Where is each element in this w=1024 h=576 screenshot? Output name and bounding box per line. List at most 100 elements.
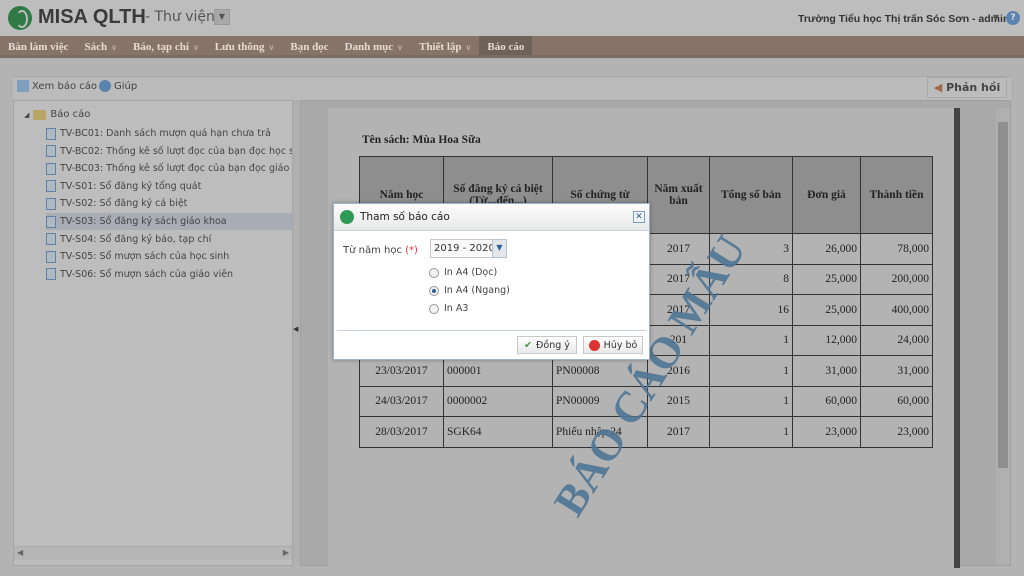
year-label-text: Từ năm học bbox=[343, 245, 402, 256]
nav-label: Lưu thông bbox=[214, 41, 265, 53]
table-cell: 12,000 bbox=[792, 324, 861, 356]
user-menu[interactable]: Trường Tiểu học Thị trấn Sóc Sơn - admin bbox=[798, 13, 1009, 25]
column-header: Đơn giá bbox=[792, 156, 861, 234]
table-cell: 200,000 bbox=[860, 263, 933, 295]
column-header: Tổng số bản bbox=[709, 156, 793, 234]
document-icon bbox=[46, 233, 56, 246]
table-cell: 23,000 bbox=[792, 416, 861, 448]
table-cell: 1 bbox=[709, 385, 793, 417]
tree-item[interactable]: TV-S02: Sổ đăng ký cá biệt bbox=[46, 195, 292, 212]
user-caret-icon[interactable]: ▼ bbox=[993, 13, 999, 22]
table-cell: 28/03/2017 bbox=[359, 416, 444, 448]
tree-item-label: TV-S04: Sổ đăng ký báo, tạp chí bbox=[60, 233, 212, 245]
print-option-radio[interactable]: In A4 (Dọc) bbox=[429, 267, 497, 278]
radio-icon[interactable] bbox=[429, 303, 439, 314]
tree-item[interactable]: TV-BC01: Danh sách mượn quá hạn chưa trả bbox=[46, 125, 292, 142]
table-cell: 26,000 bbox=[792, 233, 861, 265]
table-cell: 1 bbox=[709, 416, 793, 448]
cancel-label: Hủy bỏ bbox=[603, 339, 638, 351]
report-tree-panel: ◢ Báo cáo TV-BC01: Danh sách mượn quá hạn… bbox=[13, 100, 293, 566]
table-cell: SGK64 bbox=[443, 416, 553, 448]
nav-label: Bàn làm việc bbox=[8, 41, 69, 53]
scrollbar-thumb[interactable] bbox=[998, 122, 1008, 468]
toolbar bbox=[13, 76, 1011, 100]
chevron-down-icon[interactable]: ▼ bbox=[492, 239, 507, 258]
nav-item[interactable]: Bạn đọc bbox=[282, 36, 336, 55]
table-cell: 23/03/2017 bbox=[359, 355, 444, 387]
tree-item-label: TV-BC01: Danh sách mượn quá hạn chưa trả bbox=[60, 128, 271, 139]
table-cell: 24,000 bbox=[860, 324, 933, 356]
document-icon bbox=[46, 197, 56, 210]
view-report-label: Xem báo cáo bbox=[32, 80, 97, 92]
chevron-down-icon: ∨ bbox=[111, 43, 117, 52]
table-cell: 23,000 bbox=[860, 416, 933, 448]
print-option-radio[interactable]: In A3 bbox=[429, 303, 468, 314]
folder-icon bbox=[33, 109, 47, 120]
tree-item[interactable]: TV-S01: Sổ đăng ký tổng quát bbox=[46, 178, 292, 195]
tree-item[interactable]: TV-BC03: Thống kê số lượt đọc của bạn đọ… bbox=[46, 160, 292, 177]
tree-item[interactable]: TV-S03: Sổ đăng ký sách giáo khoa bbox=[46, 213, 292, 230]
tree-root[interactable]: ◢ Báo cáo bbox=[24, 109, 90, 120]
report-parameters-dialog: Tham số báo cáo ✕ Từ năm học (*) 2019 - … bbox=[333, 203, 650, 360]
cancel-button[interactable]: Hủy bỏ bbox=[583, 336, 643, 354]
app-name: MISA QLTH bbox=[38, 6, 146, 28]
view-report-button[interactable]: Xem báo cáo bbox=[17, 80, 97, 92]
table-cell: 1 bbox=[709, 324, 793, 356]
radio-icon[interactable] bbox=[429, 285, 439, 296]
check-icon: ✔ bbox=[524, 339, 533, 351]
nav-item[interactable]: Lưu thông ∨ bbox=[207, 36, 283, 55]
tree-root-label: Báo cáo bbox=[50, 109, 91, 120]
feedback-button[interactable]: ◀ Phản hồi bbox=[927, 77, 1007, 98]
tree-item-label: TV-BC02: Thống kê số lượt đọc của bạn đọ… bbox=[60, 145, 292, 157]
panel-splitter[interactable]: ◀ bbox=[293, 100, 300, 566]
table-cell: 2017 bbox=[647, 416, 710, 448]
tree-item-label: TV-S05: Sổ mượn sách của học sinh bbox=[60, 251, 230, 263]
dialog-title: Tham số báo cáo bbox=[360, 211, 450, 223]
nav-label: Báo cáo bbox=[487, 41, 525, 53]
chevron-down-icon: ∨ bbox=[465, 43, 472, 52]
nav-item[interactable]: Báo cáo bbox=[479, 36, 533, 55]
tree-item[interactable]: TV-S05: Sổ mượn sách của học sinh bbox=[46, 248, 292, 265]
misa-logo-icon bbox=[340, 210, 354, 224]
divider bbox=[337, 330, 646, 331]
tree-item[interactable]: TV-S06: Sổ mượn sách của giáo viên bbox=[46, 266, 292, 283]
nav-item[interactable]: Báo, tạp chí ∨ bbox=[125, 36, 207, 55]
nav-label: Thiết lập bbox=[419, 41, 462, 53]
document-icon bbox=[46, 250, 56, 263]
tree-item-label: TV-S01: Sổ đăng ký tổng quát bbox=[60, 180, 202, 192]
year-label: Từ năm học (*) bbox=[343, 245, 418, 256]
help-label: Giúp bbox=[114, 80, 138, 92]
tree-item[interactable]: TV-BC02: Thống kê số lượt đọc của bạn đọ… bbox=[46, 143, 292, 160]
misa-logo-icon bbox=[8, 6, 32, 30]
ok-button[interactable]: ✔ Đồng ý bbox=[517, 336, 577, 354]
chevron-down-icon: ∨ bbox=[192, 43, 199, 52]
help-button[interactable]: Giúp bbox=[99, 80, 137, 92]
table-cell: 78,000 bbox=[860, 233, 933, 265]
nav-label: Bạn đọc bbox=[290, 41, 329, 53]
expand-icon[interactable]: ◢ bbox=[24, 111, 29, 119]
nav-item[interactable]: Thiết lập ∨ bbox=[411, 36, 479, 55]
horizontal-scrollbar[interactable]: ◀ ▶ bbox=[14, 546, 292, 560]
help-icon[interactable]: ? bbox=[1006, 11, 1020, 25]
column-header: Thành tiền bbox=[860, 156, 933, 234]
print-option-radio[interactable]: In A4 (Ngang) bbox=[429, 285, 510, 296]
radio-label: In A4 (Ngang) bbox=[444, 285, 510, 296]
table-cell: 24/03/2017 bbox=[359, 385, 444, 417]
document-icon bbox=[46, 180, 56, 193]
table-cell: 25,000 bbox=[792, 263, 861, 295]
chevron-down-icon: ∨ bbox=[268, 43, 275, 52]
column-header: Năm xuất bản bbox=[647, 156, 710, 234]
tree-item[interactable]: TV-S04: Sổ đăng ký báo, tạp chí bbox=[46, 231, 292, 248]
radio-icon[interactable] bbox=[429, 267, 439, 278]
nav-item[interactable]: Danh mục ∨ bbox=[337, 36, 411, 55]
help-icon bbox=[99, 80, 111, 92]
tree-item-label: TV-S02: Sổ đăng ký cá biệt bbox=[60, 198, 188, 210]
nav-item[interactable]: Bàn làm việc bbox=[0, 36, 77, 55]
document-icon bbox=[46, 268, 56, 281]
close-icon[interactable]: ✕ bbox=[633, 211, 645, 223]
nav-item[interactable]: Sách ∨ bbox=[77, 36, 125, 55]
required-marker: (*) bbox=[405, 245, 418, 256]
document-icon bbox=[46, 145, 56, 158]
nav-label: Danh mục bbox=[344, 41, 394, 53]
module-dropdown-button[interactable]: ▼ bbox=[214, 9, 230, 25]
